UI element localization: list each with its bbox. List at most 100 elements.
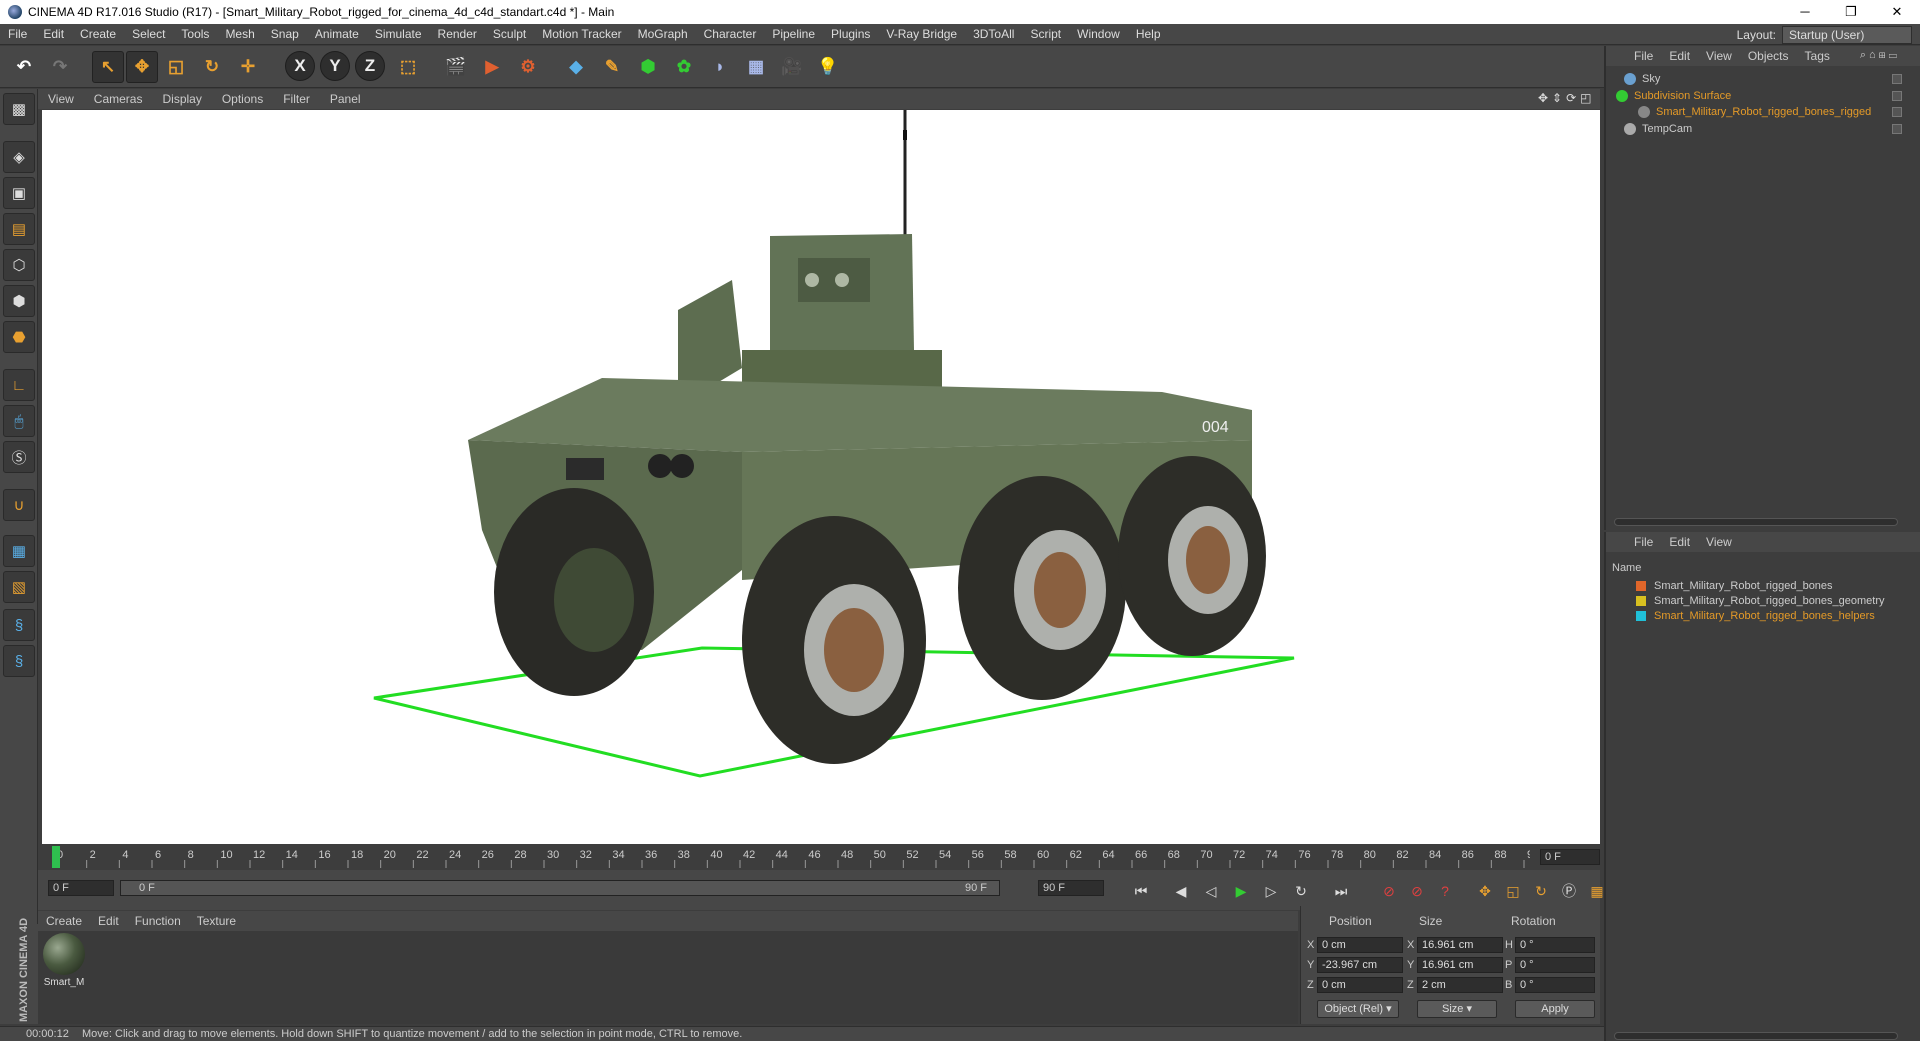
menu-item-snap[interactable]: Snap [263, 27, 307, 41]
menu-item-render[interactable]: Render [430, 27, 485, 41]
menu-item-mesh[interactable]: Mesh [217, 27, 262, 41]
object-manager-hscroll[interactable] [1614, 518, 1898, 526]
3d-viewport[interactable]: 004 [42, 110, 1600, 844]
pos-y-field[interactable]: -23.967 cm [1317, 957, 1403, 973]
material-menu-edit[interactable]: Edit [90, 914, 127, 928]
pos-x-field[interactable]: 0 cm [1317, 937, 1403, 953]
z-axis-lock-icon[interactable]: Z [355, 51, 385, 81]
viewport-menu-display[interactable]: Display [152, 92, 211, 106]
size-y-field[interactable]: 16.961 cm [1417, 957, 1503, 973]
next-frame-icon[interactable]: ▷ [1258, 878, 1284, 904]
menu-item-animate[interactable]: Animate [307, 27, 367, 41]
viewport-menu-panel[interactable]: Panel [320, 92, 371, 106]
timeline-playhead[interactable] [52, 846, 60, 868]
polygons-mode-icon[interactable]: ⬣ [3, 321, 35, 353]
apply-button[interactable]: Apply [1515, 1000, 1595, 1018]
rot-h-field[interactable]: 0 ° [1515, 937, 1595, 953]
go-to-end-icon[interactable]: ⏭ [1328, 878, 1354, 904]
go-to-start-icon[interactable]: ⏮ [1128, 878, 1154, 904]
object-row[interactable]: Smart_Military_Robot_rigged_bones_rigged [1610, 103, 1916, 121]
rot-b-field[interactable]: 0 ° [1515, 977, 1595, 993]
workplane-icon[interactable]: ▦ [3, 535, 35, 567]
menu-item-file[interactable]: File [0, 27, 35, 41]
menu-item-window[interactable]: Window [1069, 27, 1128, 41]
object-row[interactable]: Subdivision Surface [1610, 87, 1916, 105]
timeline-ruler[interactable]: 0 2 4 6 8 10 12 14 16 18 20 22 24 26 28 30 32 34 36 38 40 42 4… [38, 846, 1600, 868]
start-frame-field[interactable]: 0 F [48, 880, 114, 896]
coordinate-mode-dropdown[interactable]: Object (Rel) ▾ [1317, 1000, 1399, 1018]
coordinate-system-icon[interactable]: ⬚ [392, 51, 424, 83]
menu-item-plugins[interactable]: Plugins [823, 27, 878, 41]
lock-workplane-icon[interactable]: ▧ [3, 571, 35, 603]
material-thumbnail[interactable]: Smart_M [42, 933, 86, 988]
object-manager-tools-icon[interactable]: ⌕⌂⊞▭ [1860, 49, 1900, 62]
menu-item-motion-tracker[interactable]: Motion Tracker [534, 27, 629, 41]
menu-item-help[interactable]: Help [1128, 27, 1169, 41]
layer-row[interactable]: Smart_Military_Robot_rigged_bones_geomet… [1636, 593, 1916, 608]
layer-menu-edit[interactable]: Edit [1661, 535, 1698, 549]
edges-mode-icon[interactable]: ⬢ [3, 285, 35, 317]
size-x-field[interactable]: 16.961 cm [1417, 937, 1503, 953]
object-visibility-toggle[interactable] [1892, 74, 1902, 84]
object-row[interactable]: TempCam [1610, 120, 1916, 138]
material-menu-texture[interactable]: Texture [189, 914, 244, 928]
redo-icon[interactable]: ↷ [44, 51, 76, 83]
menu-item-tools[interactable]: Tools [173, 27, 217, 41]
light-icon[interactable]: 💡 [812, 51, 844, 83]
object-menu-view[interactable]: View [1698, 49, 1740, 63]
material-menu-function[interactable]: Function [127, 914, 189, 928]
axis-mode-icon[interactable]: ∟ [3, 369, 35, 401]
snap-magnet-icon[interactable]: ∪ [3, 489, 35, 521]
previous-frame-icon[interactable]: ◁ [1198, 878, 1224, 904]
object-menu-tags[interactable]: Tags [1797, 49, 1838, 63]
material-menu-create[interactable]: Create [38, 914, 90, 928]
floor-scene-icon[interactable]: ▦ [740, 51, 772, 83]
menu-item-mograph[interactable]: MoGraph [630, 27, 696, 41]
render-view-icon[interactable]: 🎬 [440, 51, 472, 83]
menu-item-edit[interactable]: Edit [35, 27, 72, 41]
object-visibility-toggle[interactable] [1892, 123, 1902, 134]
current-frame-field[interactable]: 0 F [1540, 849, 1600, 865]
y-axis-lock-icon[interactable]: Y [320, 51, 350, 81]
menu-item-create[interactable]: Create [72, 27, 124, 41]
menu-item-select[interactable]: Select [124, 27, 173, 41]
live-selection-icon[interactable]: ↖ [92, 51, 124, 83]
menu-item-character[interactable]: Character [696, 27, 765, 41]
layer-row[interactable]: Smart_Military_Robot_rigged_bones [1636, 578, 1916, 593]
x-axis-lock-icon[interactable]: X [285, 51, 315, 81]
viewport-menu-cameras[interactable]: Cameras [84, 92, 153, 106]
pos-z-field[interactable]: 0 cm [1317, 977, 1403, 993]
layer-row[interactable]: Smart_Military_Robot_rigged_bones_helper… [1636, 608, 1916, 623]
solo-mode-icon[interactable]: Ⓢ [3, 441, 35, 473]
previous-key-icon[interactable]: ◀ [1168, 878, 1194, 904]
layout-dropdown[interactable]: Startup (User) [1782, 25, 1912, 44]
recent-tools-icon[interactable]: ✛ [232, 51, 264, 83]
cube-primitive-icon[interactable]: ◆ [560, 51, 592, 83]
layer-menu-view[interactable]: View [1698, 535, 1740, 549]
preview-range-slider[interactable]: 0 F 90 F [120, 880, 1000, 896]
subdivision-surface-icon[interactable]: ⬢ [632, 51, 664, 83]
next-key-icon[interactable]: ↻ [1288, 878, 1314, 904]
record-position-icon[interactable]: ✥ [1472, 878, 1498, 904]
workplane-mode-icon[interactable]: ▤ [3, 213, 35, 245]
restore-button[interactable]: ❐ [1828, 0, 1874, 24]
points-mode-icon[interactable]: ⬡ [3, 249, 35, 281]
layer-menu-file[interactable]: File [1626, 535, 1661, 549]
size-z-field[interactable]: 2 cm [1417, 977, 1503, 993]
record-parameter-icon[interactable]: Ⓟ [1556, 878, 1582, 904]
menu-item-v-ray-bridge[interactable]: V-Ray Bridge [878, 27, 965, 41]
viewport-menu-options[interactable]: Options [212, 92, 273, 106]
python-console-icon[interactable]: § [3, 645, 35, 677]
move-tool-icon[interactable]: ✥ [126, 51, 158, 83]
rotate-tool-icon[interactable]: ↻ [196, 51, 228, 83]
close-button[interactable]: ✕ [1874, 0, 1920, 24]
object-row[interactable]: Sky [1610, 70, 1916, 88]
make-editable-icon[interactable]: ▩ [3, 93, 35, 125]
object-visibility-toggle[interactable] [1892, 90, 1902, 101]
render-picture-viewer-icon[interactable]: ▶ [476, 51, 508, 83]
scale-tool-icon[interactable]: ◱ [160, 51, 192, 83]
menu-item-pipeline[interactable]: Pipeline [764, 27, 823, 41]
object-menu-file[interactable]: File [1626, 49, 1661, 63]
viewport-menu-filter[interactable]: Filter [273, 92, 320, 106]
menu-item-3dtoall[interactable]: 3DToAll [965, 27, 1022, 41]
